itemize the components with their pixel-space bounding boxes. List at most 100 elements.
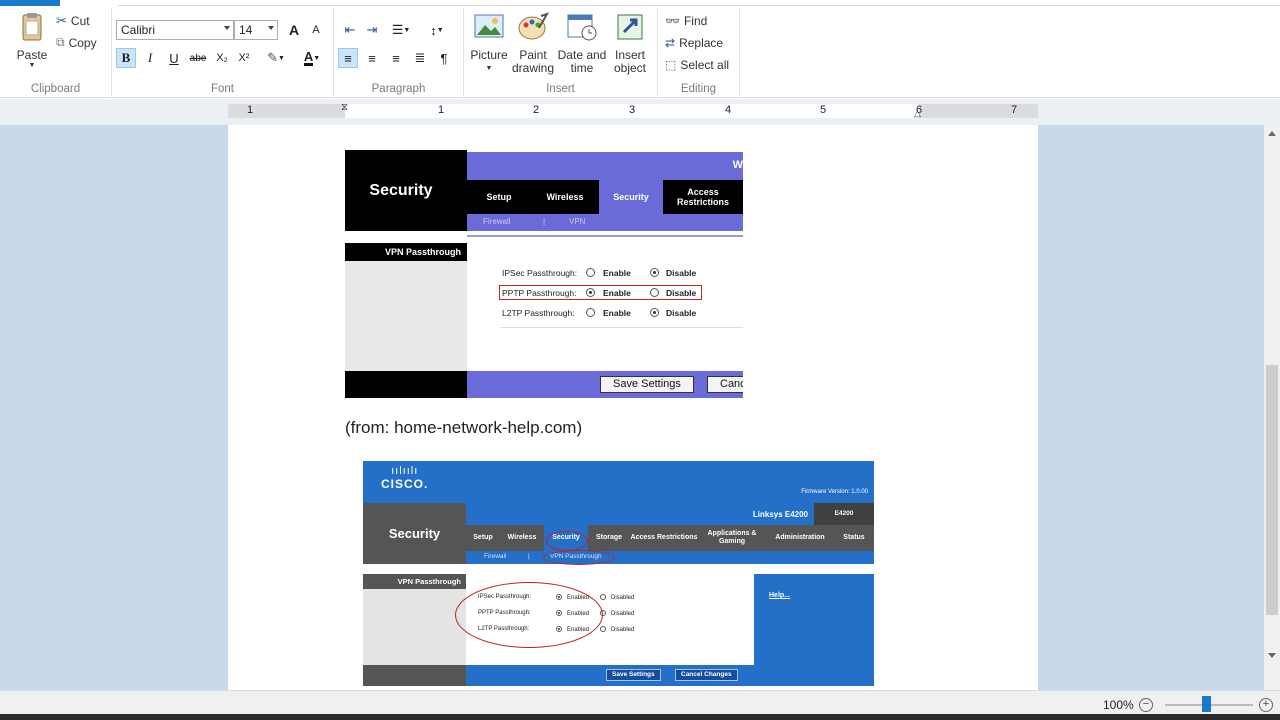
help-link: Help...	[769, 592, 791, 599]
file-tab[interactable]	[0, 0, 60, 6]
zoom-out-button[interactable]: −	[1139, 698, 1153, 712]
scroll-down-icon[interactable]	[1268, 653, 1276, 658]
subscript-icon: X₂	[216, 52, 228, 64]
copy-label: Copy	[68, 35, 97, 50]
chevron-down-icon: ▼	[403, 26, 411, 34]
page-title: Security	[388, 526, 441, 541]
tab-security: Security	[599, 180, 663, 214]
zoom-slider-thumb[interactable]	[1202, 696, 1211, 712]
enable-label: Enable	[603, 308, 631, 318]
ruler-mark: 2	[533, 104, 540, 116]
paste-label: Paste	[16, 48, 48, 62]
help-panel: Help...	[754, 574, 874, 686]
bullets-button[interactable]: ☰ ▼	[386, 20, 416, 40]
superscript-button[interactable]: X²	[234, 48, 254, 68]
picture-label: Picture	[470, 48, 508, 62]
find-label: Find	[683, 14, 708, 28]
paint-drawing-button[interactable]: Paint drawing	[510, 12, 556, 75]
font-size-select[interactable]: 14	[234, 20, 278, 40]
radio-selected	[650, 268, 659, 277]
scrollbar-thumb[interactable]	[1266, 365, 1278, 615]
ruler[interactable]: 1 1 2 3 4 5 6 7 ⧖ △	[228, 102, 1038, 119]
strikethrough-button[interactable]: abe	[188, 48, 208, 68]
paste-dropdown-icon[interactable]: ▼	[10, 62, 54, 70]
align-left-button[interactable]: ≡	[338, 48, 358, 68]
bold-button[interactable]: B	[116, 48, 136, 68]
vertical-scrollbar[interactable]	[1264, 125, 1280, 690]
chevron-down-icon: ▼	[485, 65, 493, 72]
replace-label: Replace	[679, 36, 724, 50]
grow-font-icon: A	[288, 22, 300, 38]
increase-indent-button[interactable]: ⇥	[362, 20, 382, 40]
italic-button[interactable]: I	[140, 48, 160, 68]
chevron-down-icon: ▼	[436, 26, 444, 34]
editing-group-label: Editing	[680, 83, 717, 95]
binoculars-icon: 👓	[665, 14, 680, 28]
radio	[600, 626, 606, 632]
chevron-down-icon	[224, 26, 230, 30]
radio	[586, 268, 595, 277]
taskbar-edge	[0, 714, 1280, 720]
paragraph-group-label: Paragraph	[371, 83, 426, 95]
enable-label: Enable	[603, 268, 631, 278]
side-panel	[363, 589, 466, 665]
font-color-button[interactable]: A ▼	[296, 48, 328, 68]
cisco-header: ıılıılı CISCO. Firmware Version: 1.0.00	[363, 461, 874, 503]
ruler-left-margin	[228, 104, 345, 118]
subtab-vpn: VPN	[569, 217, 586, 226]
header-divider	[467, 235, 743, 237]
date-time-button[interactable]: Date and time	[557, 12, 607, 75]
copy-icon: ⧉	[56, 35, 65, 49]
cut-label: Cut	[70, 14, 90, 28]
font-group-label: Font	[210, 83, 234, 95]
tab-setup: Setup	[473, 534, 493, 541]
shrink-font-button[interactable]: A	[306, 20, 326, 40]
subtab-separator: |	[528, 553, 530, 560]
chevron-down-icon	[268, 26, 274, 30]
tab-row: Setup Wireless Security Access Restricti…	[467, 180, 743, 214]
picture-icon	[474, 14, 504, 38]
paste-button[interactable]: Paste ▼	[10, 12, 54, 70]
disable-label: Disable	[666, 268, 697, 278]
font-family-value: Calibri	[121, 23, 156, 37]
cisco-logo-bars: ıılıılı	[391, 465, 419, 477]
radio-selected	[650, 308, 659, 317]
copy-button[interactable]: ⧉ Copy	[56, 35, 97, 50]
clipboard-group: Paste ▼ ✂ Cut ⧉ Copy Clipboard	[0, 8, 112, 98]
insert-object-button[interactable]: Insert object	[607, 12, 653, 75]
grow-font-button[interactable]: A	[284, 20, 304, 40]
highlight-button[interactable]: ✎ ▼	[260, 48, 292, 68]
editing-group: 👓 Find ⇄ Replace ⬚ Select all Editing	[658, 8, 740, 98]
font-family-select[interactable]: Calibri	[116, 20, 234, 40]
increase-indent-icon: ⇥	[366, 22, 378, 37]
underline-button[interactable]: U	[164, 48, 184, 68]
tab-storage: Storage	[595, 534, 623, 541]
cut-button[interactable]: ✂ Cut	[56, 13, 90, 29]
align-center-button[interactable]: ≡	[362, 48, 382, 68]
select-all-button[interactable]: ⬚ Select all	[665, 58, 729, 72]
firmware-version: Firmware Version: 1.0.00	[801, 489, 868, 495]
footer-black-block	[345, 371, 467, 398]
align-left-icon: ≡	[344, 50, 352, 66]
justify-button[interactable]: ≣	[410, 48, 430, 68]
align-right-button[interactable]: ≡	[386, 48, 406, 68]
line-spacing-button[interactable]: ↕ ▼	[422, 20, 452, 40]
paragraph-settings-button[interactable]: ¶	[434, 48, 454, 68]
select-all-label: Select all	[680, 58, 730, 72]
pptp-highlight-box	[499, 285, 702, 300]
right-indent-marker[interactable]: △	[914, 108, 921, 119]
replace-button[interactable]: ⇄ Replace	[665, 36, 723, 50]
chevron-down-icon: ▼	[313, 54, 321, 62]
picture-button[interactable]: Picture ▼	[468, 12, 510, 75]
bullet-list-icon: ☰	[391, 22, 404, 37]
zoom-in-button[interactable]: +	[1259, 698, 1273, 712]
find-button[interactable]: 👓 Find	[665, 14, 707, 28]
linksys-screenshot: Security W Setup Wireless Security Acces…	[345, 140, 743, 398]
scroll-up-icon[interactable]	[1268, 131, 1276, 136]
paragraph-icon: ¶	[440, 50, 448, 66]
cisco-logo-name: CISCO.	[381, 477, 429, 491]
decrease-indent-button[interactable]: ⇤	[340, 20, 360, 40]
subscript-button[interactable]: X₂	[212, 48, 232, 68]
insert-object-icon	[617, 14, 643, 40]
indent-marker[interactable]: ⧖	[341, 102, 348, 113]
